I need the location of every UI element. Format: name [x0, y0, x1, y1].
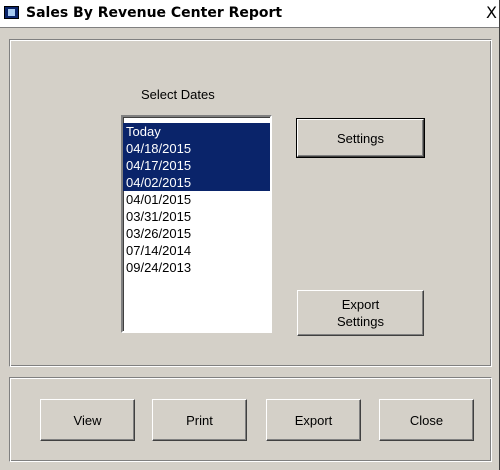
date-item[interactable]: 04/18/2015: [123, 140, 270, 157]
date-item[interactable]: Today: [123, 123, 270, 140]
export-settings-line2: Settings: [337, 314, 384, 329]
select-dates-label: Select Dates: [141, 87, 215, 102]
app-icon: [4, 6, 19, 19]
close-button[interactable]: Close: [379, 399, 474, 441]
export-button[interactable]: Export: [266, 399, 361, 441]
view-button[interactable]: View: [40, 399, 135, 441]
window-title: Sales By Revenue Center Report: [26, 5, 283, 21]
report-window: Sales By Revenue Center Report X Select …: [0, 0, 500, 470]
date-item[interactable]: 04/02/2015: [123, 174, 270, 191]
date-item[interactable]: 03/31/2015: [123, 208, 270, 225]
export-settings-button-label: Export Settings: [337, 296, 384, 330]
export-settings-button[interactable]: Export Settings: [297, 290, 424, 336]
settings-button[interactable]: Settings: [296, 118, 425, 158]
export-button-label: Export: [294, 412, 333, 428]
date-item[interactable]: 09/24/2013: [123, 259, 270, 276]
close-icon[interactable]: X: [486, 3, 497, 22]
view-button-label: View: [73, 412, 102, 428]
date-item[interactable]: 03/26/2015: [123, 225, 270, 242]
date-listbox[interactable]: Today 04/18/2015 04/17/2015 04/02/2015 0…: [121, 115, 272, 333]
print-button-label: Print: [186, 412, 213, 428]
date-item[interactable]: 07/14/2014: [123, 242, 270, 259]
date-item[interactable]: 04/17/2015: [123, 157, 270, 174]
title-bar[interactable]: Sales By Revenue Center Report X: [0, 0, 499, 28]
settings-button-label: Settings: [337, 130, 384, 146]
print-button[interactable]: Print: [152, 399, 247, 441]
close-button-label: Close: [409, 412, 444, 428]
date-item[interactable]: 04/01/2015: [123, 191, 270, 208]
export-settings-line1: Export: [341, 297, 380, 312]
